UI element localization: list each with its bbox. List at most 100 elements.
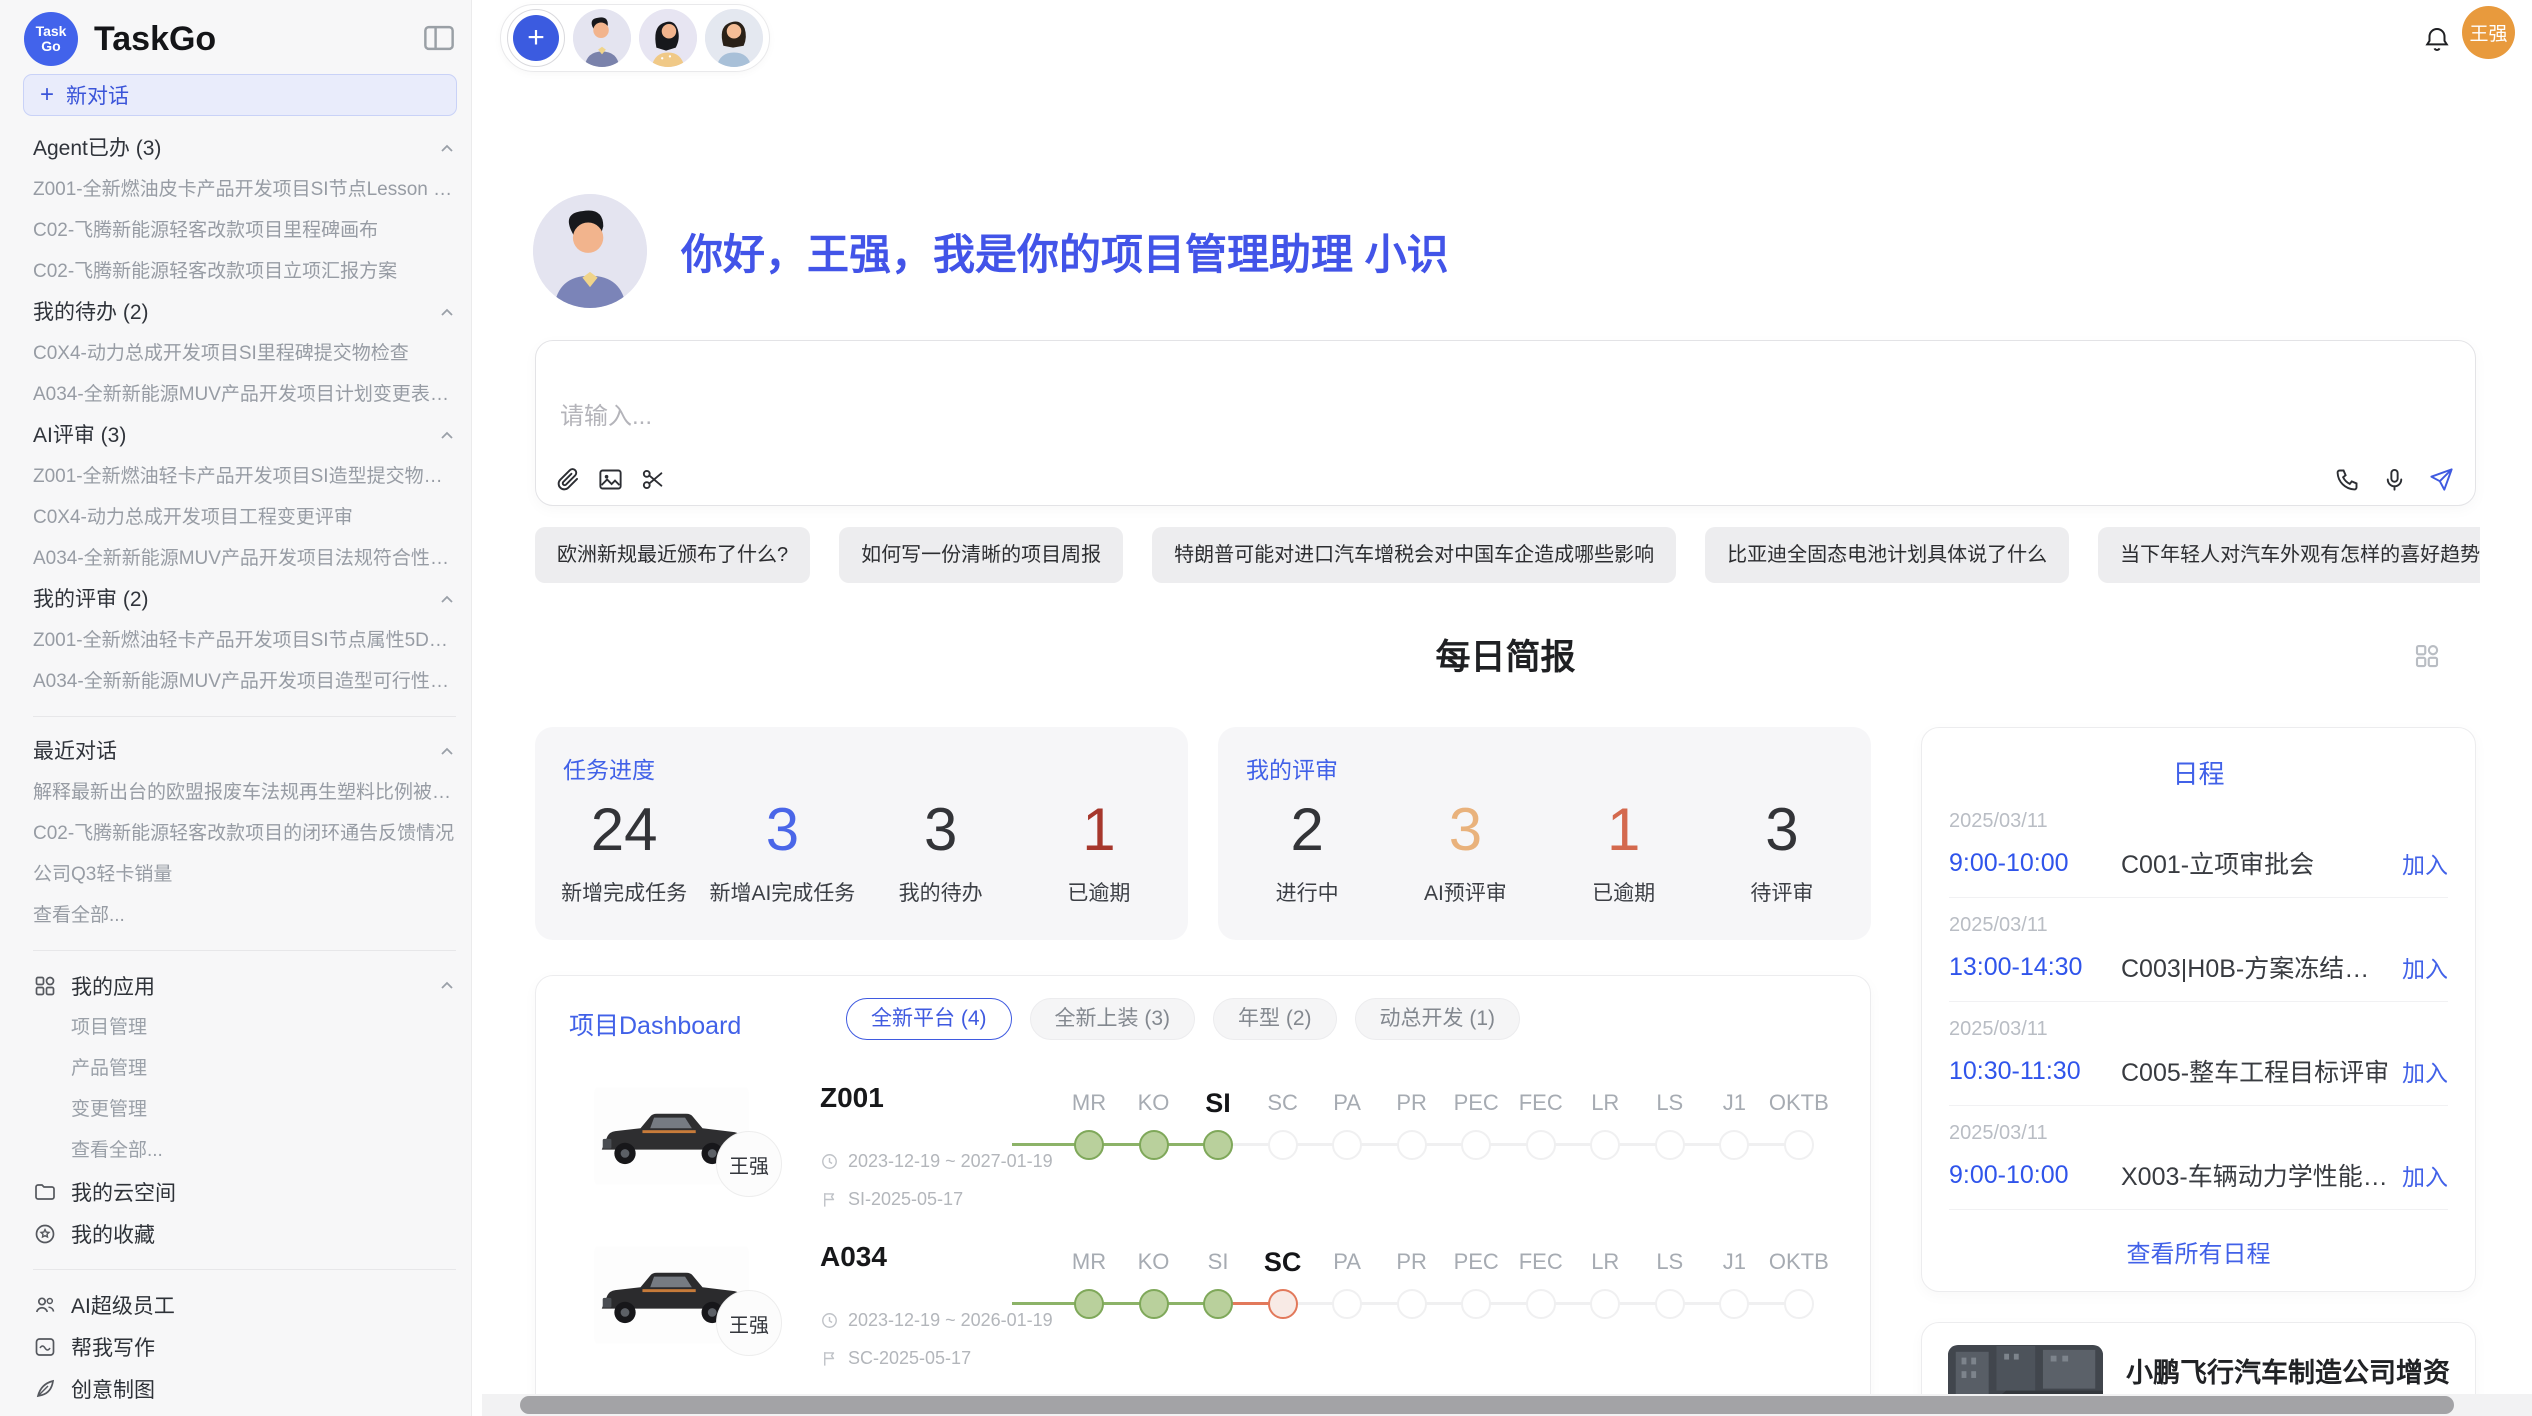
milestone-j1: J1 [1702, 1245, 1766, 1345]
event-date: 2025/03/11 [1949, 914, 2448, 937]
sidebar-item[interactable]: C0X4-动力总成开发项目SI里程碑提交物检查 [33, 333, 456, 374]
recent-chat-item[interactable]: 公司Q3轻卡销量 [33, 854, 456, 895]
apps-view-all[interactable]: 查看全部... [33, 1130, 456, 1171]
scissors-icon[interactable] [640, 466, 667, 493]
user-avatar[interactable]: 王强 [2462, 6, 2515, 59]
section-recent-chats[interactable]: 最近对话 [33, 731, 456, 772]
chevron-up-icon[interactable] [438, 427, 456, 445]
section-my-review[interactable]: 我的评审 (2) [33, 579, 456, 620]
phone-icon[interactable] [2334, 466, 2361, 493]
suggestion-chip[interactable]: 特朗普可能对进口汽车增税会对中国车企造成哪些影响 [1152, 527, 1676, 583]
chevron-up-icon[interactable] [438, 304, 456, 322]
milestone-fec: FEC [1509, 1086, 1573, 1186]
milestone-lr: LR [1573, 1086, 1637, 1186]
notifications-bell-icon[interactable] [2422, 24, 2452, 54]
section-agent-done[interactable]: Agent已办 (3) [33, 128, 456, 169]
sidebar: Task Go TaskGo + 新对话 Agent已办 (3) Z001-全新… [0, 0, 472, 1416]
image-icon[interactable] [597, 466, 624, 493]
project-row-z001[interactable]: 王强 Z001 2023-12-19 ~ 2027-01-19 SI-2025-… [536, 1076, 1870, 1235]
apps-grid-icon [33, 974, 57, 998]
schedule-view-all[interactable]: 查看所有日程 [1922, 1234, 2475, 1269]
app-item-product-mgmt[interactable]: 产品管理 [33, 1048, 456, 1089]
recent-chat-item[interactable]: 解释最新出台的欧盟报废车法规再生塑料比例被调至15%... [33, 772, 456, 813]
add-agent-button[interactable]: + [507, 9, 565, 67]
section-ai-review[interactable]: AI评审 (3) [33, 415, 456, 456]
sidebar-item[interactable]: A034-全新新能源MUV产品开发项目法规符合性评审 [33, 538, 456, 579]
input-actions [2334, 466, 2455, 493]
stat-value: 2 [1228, 797, 1386, 863]
sidebar-item[interactable]: Z001-全新燃油皮卡产品开发项目SI节点Lesson Learn报告 [33, 169, 456, 210]
stat-value: 3 [1386, 797, 1544, 863]
dashboard-tabs: 全新平台 (4) 全新上装 (3) 年型 (2) 动总开发 (1) [846, 998, 1520, 1040]
stat-review-overdue: 1 已逾期 [1545, 797, 1703, 907]
my-apps-label: 我的应用 [71, 971, 155, 1001]
stat-value: 3 [703, 797, 861, 863]
sidebar-nav: Agent已办 (3) Z001-全新燃油皮卡产品开发项目SI节点Lesson … [33, 128, 456, 1416]
tab-model-year[interactable]: 年型 (2) [1213, 998, 1337, 1040]
chevron-up-icon[interactable] [438, 977, 456, 995]
project-date-range: 2023-12-19 ~ 2026-01-19 [820, 1309, 1053, 1331]
app-item-change-mgmt[interactable]: 变更管理 [33, 1089, 456, 1130]
sidebar-item[interactable]: Z001-全新燃油轻卡产品开发项目SI节点属性5D文件评审 [33, 620, 456, 661]
sidebar-item[interactable]: C02-飞腾新能源轻客改款项目立项汇报方案 [33, 251, 456, 292]
milestone-si: SI [1186, 1245, 1250, 1345]
event-time: 13:00-14:30 [1949, 953, 2121, 982]
agent-avatar-3[interactable] [705, 9, 763, 67]
chevron-up-icon[interactable] [438, 743, 456, 761]
milestone-ls: LS [1638, 1086, 1702, 1186]
event-time: 9:00-10:00 [1949, 849, 2121, 878]
milestone-ko: KO [1122, 1245, 1186, 1345]
layout-grid-icon[interactable] [2412, 641, 2442, 671]
sidebar-item-help-write[interactable]: 帮我写作 [33, 1326, 456, 1368]
recent-chat-item[interactable]: C02-飞腾新能源轻客改款项目的闭环通告反馈情况 [33, 813, 456, 854]
sidebar-item-ai-super-staff[interactable]: AI超级员工 [33, 1284, 456, 1326]
milestone-j1: J1 [1702, 1086, 1766, 1186]
sidebar-item-creative-draw[interactable]: 创意制图 [33, 1368, 456, 1410]
paperclip-icon[interactable] [554, 466, 581, 493]
horizontal-scrollbar-thumb[interactable] [520, 1396, 2454, 1414]
clock-icon [820, 1152, 839, 1171]
agent-avatar-1[interactable] [573, 9, 631, 67]
tab-new-platform[interactable]: 全新平台 (4) [846, 998, 1012, 1040]
section-my-todo[interactable]: 我的待办 (2) [33, 292, 456, 333]
project-owner-badge: 王强 [716, 1131, 782, 1197]
sidebar-item[interactable]: C0X4-动力总成开发项目工程变更评审 [33, 497, 456, 538]
tab-powertrain[interactable]: 动总开发 (1) [1355, 998, 1521, 1040]
sidebar-item[interactable]: Z001-全新燃油轻卡产品开发项目SI造型提交物评审 [33, 456, 456, 497]
chevron-up-icon[interactable] [438, 591, 456, 609]
schedule-event: 2025/03/11 13:00-14:30 C003|H0B-方案冻结评审 加… [1949, 898, 2448, 1002]
event-join-link[interactable]: 加入 [2402, 1054, 2448, 1088]
horizontal-scrollbar-track [482, 1394, 2532, 1416]
chat-input[interactable] [560, 403, 2060, 431]
event-join-link[interactable]: 加入 [2402, 950, 2448, 984]
sidebar-collapse-icon[interactable] [422, 23, 456, 53]
project-row-a034[interactable]: 王强 A034 2023-12-19 ~ 2026-01-19 SC-2025-… [536, 1235, 1870, 1394]
stat-pending-review: 3 待评审 [1703, 797, 1861, 907]
sidebar-item-my-apps[interactable]: 我的应用 [33, 965, 456, 1007]
send-icon[interactable] [2428, 466, 2455, 493]
recent-chats-view-all[interactable]: 查看全部... [33, 895, 456, 936]
sidebar-item-cloud-space[interactable]: 我的云空间 [33, 1171, 456, 1213]
logo-text-bottom: Go [41, 39, 60, 54]
sidebar-item-favorites[interactable]: 我的收藏 [33, 1213, 456, 1255]
my-review-title: 我的评审 [1246, 751, 1338, 785]
event-join-link[interactable]: 加入 [2402, 1158, 2448, 1192]
app-item-project-mgmt[interactable]: 项目管理 [33, 1007, 456, 1048]
sidebar-item[interactable]: A034-全新新能源MUV产品开发项目计划变更表编写 [33, 374, 456, 415]
schedule-event: 2025/03/11 10:30-11:30 C005-整车工程目标评审 加入 [1949, 1002, 2448, 1106]
project-date-range: 2023-12-19 ~ 2027-01-19 [820, 1150, 1053, 1172]
chevron-up-icon[interactable] [438, 140, 456, 158]
microphone-icon[interactable] [2381, 466, 2408, 493]
suggestion-chip[interactable]: 欧洲新规最近颁布了什么? [535, 527, 810, 583]
tab-new-body[interactable]: 全新上装 (3) [1030, 998, 1196, 1040]
sidebar-item[interactable]: A034-全新新能源MUV产品开发项目造型可行性评审 [33, 661, 456, 702]
suggestion-chip[interactable]: 如何写一份清晰的项目周报 [839, 527, 1123, 583]
event-join-link[interactable]: 加入 [2402, 846, 2448, 880]
new-chat-button[interactable]: + 新对话 [23, 74, 457, 116]
my-review-card: 我的评审 2 进行中 3 AI预评审 1 [1218, 727, 1871, 940]
agent-avatar-2[interactable] [639, 9, 697, 67]
suggestion-chip[interactable]: 当下年轻人对汽车外观有怎样的喜好趋势 [2098, 527, 2480, 583]
suggestion-chip[interactable]: 比亚迪全固态电池计划具体说了什么 [1705, 527, 2069, 583]
sidebar-item[interactable]: C02-飞腾新能源轻客改款项目里程碑画布 [33, 210, 456, 251]
greeting-text: 你好，王强，我是你的项目管理助理 小识 [681, 221, 1449, 282]
